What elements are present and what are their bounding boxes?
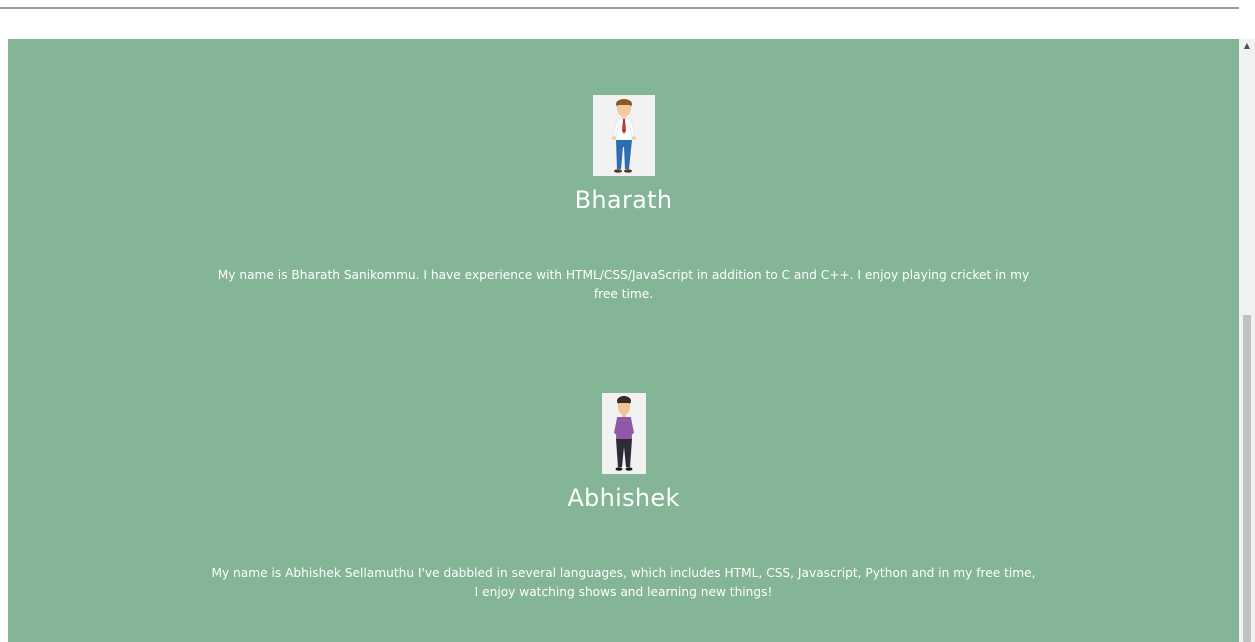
page-viewport: Bharath My name is Bharath Sanikommu. I …: [0, 0, 1255, 642]
vertical-scrollbar[interactable]: ▲: [1239, 39, 1255, 642]
avatar-bharath: [592, 95, 655, 176]
top-divider: [0, 7, 1239, 9]
profile-name: Abhishek: [567, 484, 680, 512]
cartoon-man-icon: [592, 95, 655, 176]
scroll-up-arrow-icon[interactable]: ▲: [1239, 39, 1255, 51]
avatar-abhishek: [601, 393, 646, 474]
profile-bio: My name is Bharath Sanikommu. I have exp…: [217, 268, 1030, 301]
profile-card-abhishek: Abhishek My name is Abhishek Sellamuthu …: [8, 393, 1239, 602]
scrollbar-thumb[interactable]: [1243, 315, 1251, 642]
cartoon-man-icon: [601, 393, 646, 474]
profile-card-bharath: Bharath My name is Bharath Sanikommu. I …: [8, 95, 1239, 304]
profile-bio: My name is Abhishek Sellamuthu I've dabb…: [211, 566, 1036, 599]
team-section: Bharath My name is Bharath Sanikommu. I …: [8, 39, 1239, 642]
profile-name: Bharath: [574, 186, 673, 214]
